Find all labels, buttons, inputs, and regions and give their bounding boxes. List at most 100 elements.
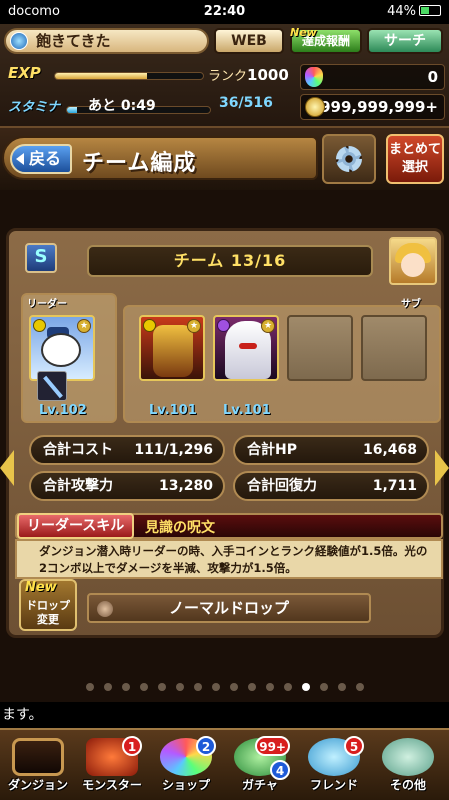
star-icon: ★: [261, 319, 275, 333]
nav-gacha-label: ガチャ: [242, 778, 278, 792]
pager-dot[interactable]: [103, 683, 112, 691]
exp-bar: [54, 72, 204, 80]
battery-percent: 44%: [387, 4, 416, 19]
total-recovery-stat: 合計回復力 1,711: [233, 471, 429, 501]
dungeon-icon: [12, 738, 64, 776]
player-name: 飽きてきた: [36, 32, 111, 50]
drop-type-select[interactable]: ノーマルドロップ: [87, 593, 371, 623]
next-team-arrow-icon[interactable]: [435, 450, 449, 486]
team-name[interactable]: チーム 13/16: [87, 245, 373, 277]
empty-member-slot-4[interactable]: [361, 315, 427, 381]
monster-badge: 1: [122, 736, 142, 756]
team-switch-button[interactable]: S: [25, 243, 57, 273]
search-button[interactable]: サーチ: [367, 28, 443, 54]
pager-dot[interactable]: [283, 683, 292, 691]
nav-monster[interactable]: 1 モンスター: [76, 734, 148, 798]
rank-label: ランク: [208, 69, 248, 84]
light-attribute-icon: [143, 319, 156, 332]
gacha-badge: 99+: [255, 736, 290, 756]
nav-gacha[interactable]: 99+ 4 ガチャ: [224, 734, 296, 798]
coin-counter: 999,999,999+: [300, 94, 445, 120]
exp-bar-fill: [55, 73, 147, 79]
status-bar: docomo 22:40 44%: [0, 0, 449, 24]
pager-dot[interactable]: [211, 683, 220, 691]
stamina-timer: あと 0:49: [88, 98, 156, 114]
nav-friend[interactable]: 5 フレンド: [298, 734, 370, 798]
light-attribute-icon: [33, 319, 46, 332]
pager-dot[interactable]: [265, 683, 274, 691]
nav-shop-label: ショップ: [161, 778, 210, 792]
assist-weapon-icon[interactable]: [37, 371, 67, 401]
team-panel: S チーム 13/16 リーダー サブ ★ ★ ★ Lv.102 Lv.101 …: [6, 228, 444, 638]
player-name-box[interactable]: 飽きてきた: [4, 28, 209, 54]
battery-icon: [419, 5, 441, 16]
leader-skill-description: ダンジョン潜入時リーダーの時、入手コインとランク経験値が1.5倍。光の2コンボ以…: [15, 539, 443, 579]
achievement-reward-button[interactable]: New 達成報酬: [290, 26, 362, 54]
drop-change-button[interactable]: New ドロップ 変更: [19, 579, 77, 631]
web-button[interactable]: WEB: [214, 28, 284, 54]
magic-stone-icon: [305, 67, 323, 87]
clock: 22:40: [203, 4, 246, 19]
leader-skill-bar: リーダースキル 見識の呪文: [15, 513, 443, 539]
nav-other[interactable]: その他: [372, 734, 444, 798]
member-monster-slot-1[interactable]: ★: [139, 315, 205, 381]
member-monster-slot-2[interactable]: ★: [213, 315, 279, 381]
pager-dot[interactable]: [247, 683, 256, 691]
total-recovery-label: 合計回復力: [247, 478, 317, 494]
settings-button[interactable]: [322, 134, 376, 184]
total-hp-stat: 合計HP 16,468: [233, 435, 429, 465]
member-level-1: Lv.101: [149, 403, 197, 418]
pager-dot[interactable]: [157, 683, 166, 691]
top-hud: 飽きてきた WEB New 達成報酬 サーチ EXP ランク1000 スタミナ …: [0, 24, 449, 128]
pager-dot[interactable]: [229, 683, 238, 691]
drop-type-value: ノーマルドロップ: [168, 599, 289, 617]
exp-label: EXP: [8, 64, 41, 82]
leader-skill-name: 見識の呪文: [145, 520, 215, 536]
drop-change-label-line2: 変更: [37, 613, 59, 626]
nav-other-label: その他: [389, 778, 426, 792]
pager-dot[interactable]: [301, 683, 310, 691]
title-banner: 戻る チーム編成: [2, 136, 318, 180]
dark-attribute-icon: [217, 319, 230, 332]
bulk-select-button[interactable]: まとめて 選択: [386, 134, 444, 184]
pager-dot[interactable]: [85, 683, 94, 691]
previous-team-arrow-icon[interactable]: [0, 450, 14, 486]
star-icon: ★: [187, 319, 201, 333]
nav-dungeon-label: ダンジョン: [7, 778, 68, 792]
other-icon: [382, 738, 434, 776]
player-orb-icon: [10, 32, 28, 50]
leader-level: Lv.102: [39, 403, 87, 418]
avatar-face: [401, 253, 425, 277]
pager-dot[interactable]: [319, 683, 328, 691]
nav-shop[interactable]: 2 ショップ: [150, 734, 222, 798]
monster-art-armor: [153, 325, 193, 377]
pager-dot[interactable]: [121, 683, 130, 691]
nav-friend-label: フレンド: [309, 778, 358, 792]
member-level-2: Lv.101: [223, 403, 271, 418]
pager-dot[interactable]: [355, 683, 364, 691]
monster-art-face: [41, 333, 81, 367]
pager-dot[interactable]: [139, 683, 148, 691]
exp-row: EXP ランク1000: [4, 60, 294, 88]
rank-value: 1000: [247, 66, 289, 84]
nav-dungeon[interactable]: ダンジョン: [2, 734, 74, 798]
new-badge: New: [25, 580, 57, 595]
empty-member-slot-3[interactable]: [287, 315, 353, 381]
nav-monster-label: モンスター: [82, 778, 142, 792]
total-cost-value: 111/1,296: [134, 442, 213, 458]
new-badge: New: [290, 26, 317, 39]
pager-dot[interactable]: [193, 683, 202, 691]
total-attack-label: 合計攻撃力: [43, 478, 113, 494]
pager-dot[interactable]: [337, 683, 346, 691]
total-hp-value: 16,468: [362, 442, 417, 458]
magic-stone-count: 0: [427, 68, 438, 86]
helper-avatar[interactable]: [389, 237, 437, 285]
drop-change-label-line1: ドロップ: [26, 599, 70, 612]
magic-stone-counter[interactable]: 0: [300, 64, 445, 90]
stamina-value: 36/516: [219, 95, 273, 111]
pager-dot[interactable]: [175, 683, 184, 691]
bulk-select-label-line1: まとめて: [388, 142, 441, 157]
total-recovery-value: 1,711: [372, 478, 417, 494]
coin-count: 999,999,999+: [320, 98, 438, 116]
back-button[interactable]: 戻る: [10, 144, 72, 174]
